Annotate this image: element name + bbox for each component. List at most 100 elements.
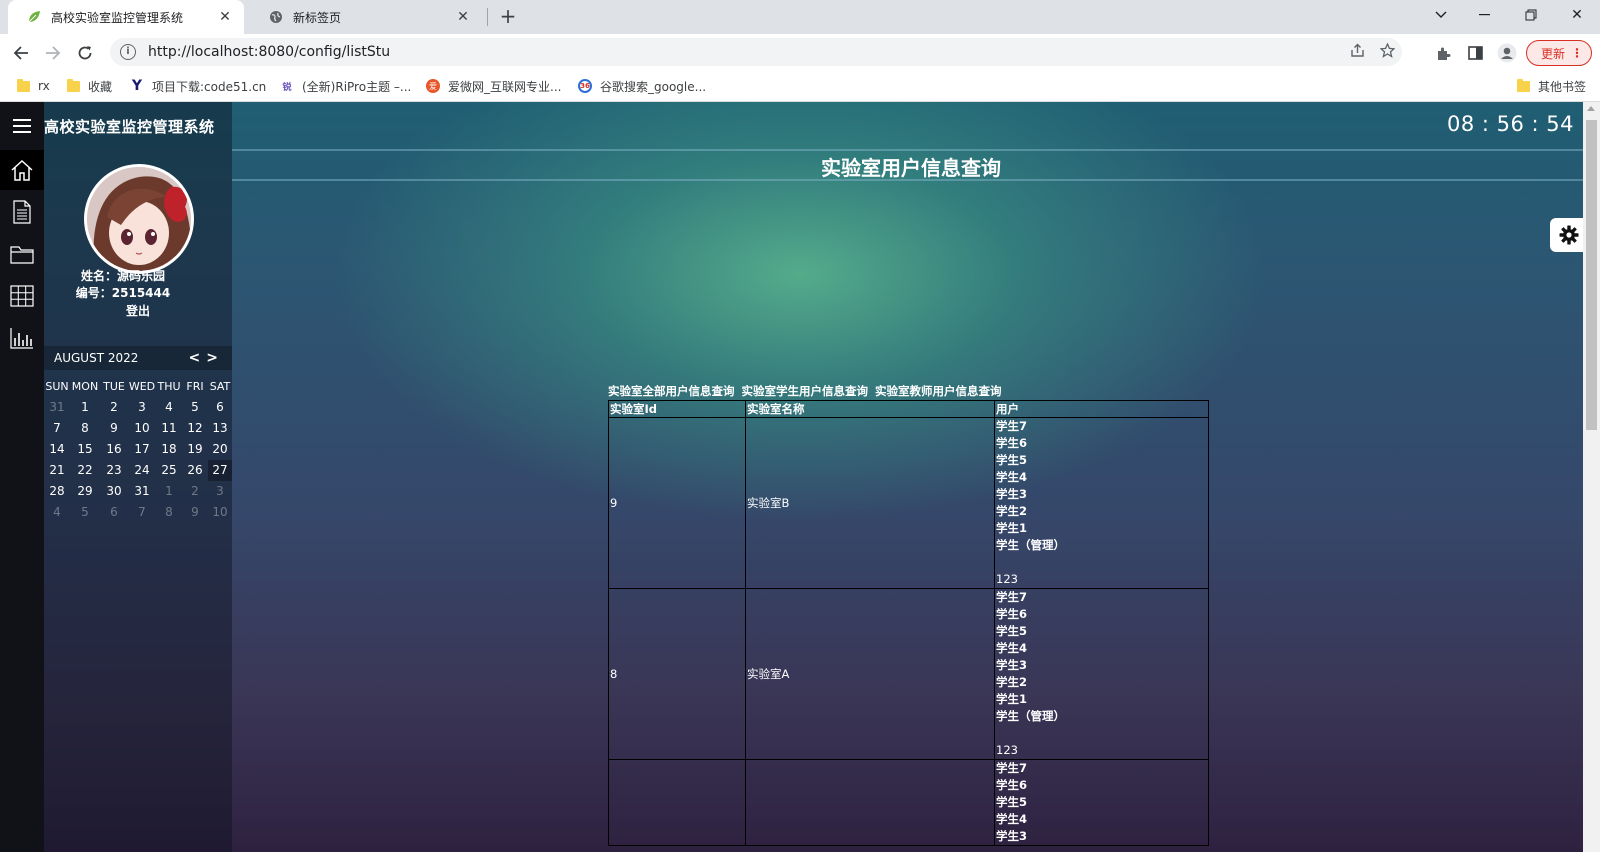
- calendar-day[interactable]: 28: [44, 481, 70, 502]
- profile-icon[interactable]: [1496, 42, 1518, 64]
- chevron-right-icon[interactable]: >: [206, 350, 224, 366]
- calendar-day[interactable]: 15: [70, 439, 100, 460]
- update-button[interactable]: 更新 ⋮: [1526, 40, 1592, 66]
- bookmark-rx[interactable]: rx: [16, 77, 50, 95]
- bookmark-aiweiwang[interactable]: 爱 爱微网_互联网专业...: [426, 77, 561, 95]
- back-button[interactable]: [8, 40, 34, 66]
- calendar-day[interactable]: 7: [128, 502, 156, 523]
- user-entry: 学生7: [996, 761, 1028, 775]
- page-scrollbar[interactable]: [1583, 102, 1600, 852]
- bookmark-favorites[interactable]: 收藏: [66, 77, 112, 95]
- link-all-users[interactable]: 实验室全部用户信息查询: [608, 384, 735, 398]
- calendar-day[interactable]: 19: [182, 439, 208, 460]
- calendar-day[interactable]: 5: [70, 502, 100, 523]
- calendar-day[interactable]: 2: [182, 481, 208, 502]
- close-icon[interactable]: ✕: [454, 9, 472, 25]
- bookmark-google[interactable]: 36 谷歌搜索_google...: [578, 77, 706, 95]
- calendar-day[interactable]: 25: [156, 460, 182, 481]
- share-icon[interactable]: [1342, 43, 1372, 62]
- tab-active[interactable]: 高校实验室监控管理系统 ✕: [8, 0, 244, 34]
- hamburger-icon[interactable]: [0, 119, 44, 133]
- calendar-day[interactable]: 8: [156, 502, 182, 523]
- calendar-day[interactable]: 13: [208, 418, 232, 439]
- calendar-day[interactable]: 10: [128, 418, 156, 439]
- link-teacher-users[interactable]: 实验室教师用户信息查询: [875, 384, 1002, 398]
- nav-home[interactable]: [0, 150, 44, 190]
- calendar-day[interactable]: 29: [70, 481, 100, 502]
- weekday-label: THU: [157, 380, 181, 393]
- calendar-day[interactable]: 9: [100, 418, 128, 439]
- calendar-day[interactable]: 27: [208, 460, 232, 481]
- link-student-users[interactable]: 实验室学生用户信息查询: [742, 384, 869, 398]
- document-icon: [13, 200, 31, 224]
- folder-icon: [66, 78, 80, 93]
- calendar-day[interactable]: 16: [100, 439, 128, 460]
- user-entry: [996, 725, 1207, 742]
- side-panel-icon[interactable]: [1464, 42, 1486, 64]
- calendar-day[interactable]: 6: [100, 502, 128, 523]
- chevron-down-icon[interactable]: [1418, 0, 1464, 30]
- calendar-day[interactable]: 10: [208, 502, 232, 523]
- scroll-up-arrow[interactable]: [1587, 106, 1595, 111]
- users-cell: 学生7 学生6 学生5 学生4 学生3 学生2 学生1 学生（管理） 123: [994, 417, 1209, 589]
- folder-icon: [1516, 78, 1530, 93]
- nav-folders[interactable]: [0, 234, 44, 274]
- calendar-day[interactable]: 11: [156, 418, 182, 439]
- bookmark-ripro[interactable]: 锐 (全新)RiPro主题 –...: [280, 77, 411, 95]
- calendar-day[interactable]: 6: [208, 397, 232, 418]
- calendar-day[interactable]: 4: [44, 502, 70, 523]
- extensions-icon[interactable]: [1432, 42, 1454, 64]
- tab-title: 高校实验室监控管理系统: [51, 10, 184, 25]
- user-entry: 学生4: [996, 641, 1028, 655]
- calendar-day[interactable]: 9: [182, 502, 208, 523]
- scroll-thumb[interactable]: [1586, 120, 1597, 430]
- calendar-day[interactable]: 17: [128, 439, 156, 460]
- reload-button[interactable]: [72, 40, 98, 66]
- calendar-day[interactable]: 1: [70, 397, 100, 418]
- close-icon[interactable]: ✕: [216, 9, 234, 25]
- new-tab-button[interactable]: +: [496, 6, 520, 28]
- info-icon[interactable]: i: [120, 44, 136, 60]
- calendar-day[interactable]: 31: [44, 397, 70, 418]
- tab-inactive[interactable]: 新标签页 ✕: [250, 0, 482, 34]
- app-page: 高校实验室监控管理系统 姓名： 源码乐园 编号： 2515444 登出 AUGUST…: [0, 102, 1600, 852]
- calendar-day[interactable]: 2: [100, 397, 128, 418]
- restore-button[interactable]: [1508, 0, 1554, 30]
- nav-tables[interactable]: [0, 276, 44, 316]
- calendar-day[interactable]: 1: [156, 481, 182, 502]
- user-entry: 123: [996, 743, 1018, 757]
- calendar-day[interactable]: 30: [100, 481, 128, 502]
- bookmark-code51[interactable]: Y 项目下载:code51.cn: [130, 77, 266, 95]
- chevron-left-icon[interactable]: <: [189, 350, 207, 366]
- calendar-day[interactable]: 4: [156, 397, 182, 418]
- calendar-day[interactable]: 14: [44, 439, 70, 460]
- calendar-day[interactable]: 21: [44, 460, 70, 481]
- logout-link[interactable]: 登出: [44, 303, 232, 320]
- calendar-day[interactable]: 3: [208, 481, 232, 502]
- calendar-day[interactable]: 12: [182, 418, 208, 439]
- star-icon[interactable]: [1372, 41, 1402, 62]
- calendar-day[interactable]: 3: [128, 397, 156, 418]
- weekday-label: SUN: [45, 380, 69, 393]
- user-entry: 学生1: [996, 521, 1028, 535]
- close-window-button[interactable]: ✕: [1554, 0, 1600, 30]
- calendar-day[interactable]: 24: [128, 460, 156, 481]
- calendar-day[interactable]: 26: [182, 460, 208, 481]
- nav-charts[interactable]: [0, 318, 44, 358]
- forward-button[interactable]: [40, 40, 66, 66]
- calendar-day[interactable]: 5: [182, 397, 208, 418]
- calendar-day[interactable]: 7: [44, 418, 70, 439]
- address-bar[interactable]: i http://localhost:8080/config/listStu: [110, 38, 1402, 66]
- minimize-button[interactable]: [1462, 0, 1508, 30]
- calendar-day[interactable]: 23: [100, 460, 128, 481]
- bookmark-other[interactable]: 其他书签: [1516, 77, 1586, 95]
- user-entry: 学生7: [996, 419, 1028, 433]
- nav-documents[interactable]: [0, 192, 44, 232]
- calendar-day[interactable]: 31: [128, 481, 156, 502]
- bookmark-label: 收藏: [88, 79, 113, 94]
- calendar-day[interactable]: 8: [70, 418, 100, 439]
- profile-name-row: 姓名： 源码乐园: [44, 268, 232, 285]
- calendar-day[interactable]: 22: [70, 460, 100, 481]
- calendar-day[interactable]: 20: [208, 439, 232, 460]
- calendar-day[interactable]: 18: [156, 439, 182, 460]
